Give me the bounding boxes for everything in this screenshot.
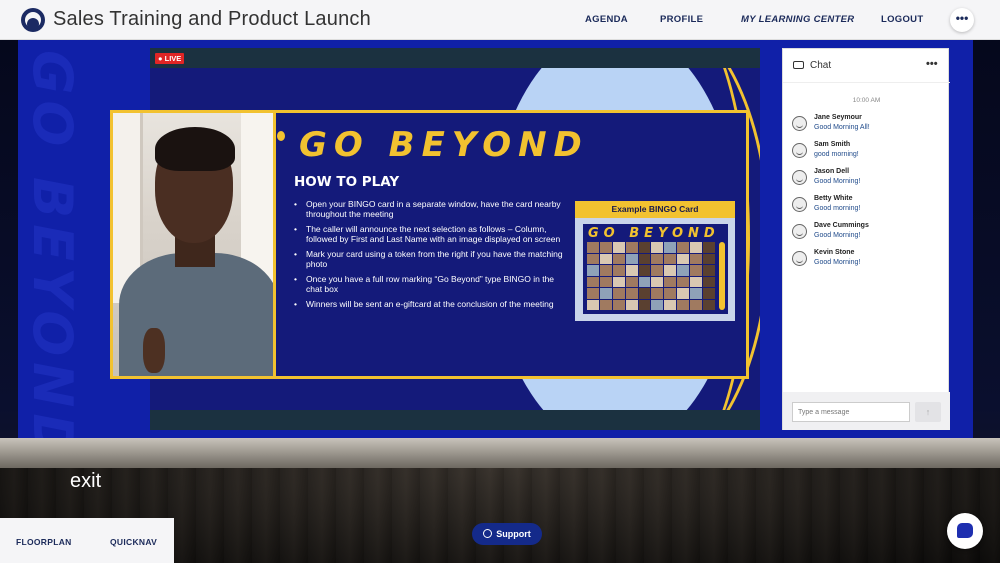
chat-message-input[interactable] <box>792 402 910 422</box>
chat-more-button[interactable]: ••• <box>926 58 938 70</box>
nav-logout[interactable]: LOGOUT <box>881 14 923 25</box>
message-text: Good Morning! <box>814 232 861 239</box>
slide-subtitle: HOW TO PLAY <box>294 174 400 190</box>
backdrop-text: GO BEYOND <box>21 50 84 465</box>
presenter-video[interactable] <box>113 113 276 376</box>
slide-content-frame: GO BEYOND HOW TO PLAY Open your BINGO ca… <box>110 110 749 379</box>
event-title: Sales Training and Product Launch <box>53 8 371 30</box>
chat-message: Sam Smith good morning! <box>792 139 942 163</box>
chat-message: Dave Cummings Good Morning! <box>792 220 942 244</box>
bingo-photo-grid <box>587 242 715 310</box>
message-sender: Jason Dell <box>814 168 850 175</box>
chat-launcher-icon[interactable] <box>947 513 983 549</box>
support-button[interactable]: Support <box>472 523 542 545</box>
chat-message: Jason Dell Good Morning! <box>792 166 942 190</box>
slide-bottom-bar <box>150 410 760 430</box>
presenter-hand <box>143 328 165 373</box>
top-header: Sales Training and Product Launch AGENDA… <box>0 0 1000 40</box>
chat-header: Chat ••• <box>783 49 950 83</box>
chat-message: Betty White Good morning! <box>792 193 942 217</box>
rule-item: Mark your card using a token from the ri… <box>294 249 564 269</box>
rule-item: The caller will announce the next select… <box>294 224 564 244</box>
nav-profile[interactable]: PROFILE <box>660 14 703 25</box>
chat-bubble-icon <box>793 61 804 69</box>
bingo-card-title: Example BINGO Card <box>575 201 735 218</box>
bingo-token-strip <box>719 242 725 310</box>
message-text: Good morning! <box>814 205 861 212</box>
stage-floor <box>0 438 1000 468</box>
send-arrow-icon[interactable]: ↑ <box>915 402 941 422</box>
avatar-icon <box>792 116 807 131</box>
avatar-icon <box>792 170 807 185</box>
chat-timestamp: 10:00 AM <box>852 97 881 104</box>
rule-item: Winners will be sent an e-giftcard at th… <box>294 299 564 309</box>
message-sender: Kevin Stone <box>814 249 855 256</box>
chat-message: Jane Seymour Good Morning All! <box>792 112 942 136</box>
message-text: Good Morning! <box>814 178 861 185</box>
message-sender: Dave Cummings <box>814 222 869 229</box>
chat-title: Chat <box>810 60 832 71</box>
quicknav-button[interactable]: QUICKNAV <box>110 537 157 547</box>
event-logo-icon[interactable] <box>21 8 45 32</box>
exit-link[interactable]: exit <box>70 470 101 493</box>
message-text: Good Morning All! <box>814 124 870 131</box>
nav-my-learning-center[interactable]: MY LEARNING CENTER <box>741 14 854 25</box>
bingo-card-body: GO BEYOND <box>583 224 728 314</box>
slide-title: GO BEYOND <box>299 125 589 165</box>
slide-top-bar <box>150 48 760 68</box>
avatar-icon <box>792 251 807 266</box>
example-bingo-card: Example BINGO Card GO BEYOND <box>575 201 735 321</box>
presenter-hair <box>155 127 235 171</box>
rules-list: Open your BINGO card in a separate windo… <box>294 199 564 314</box>
chat-message: Kevin Stone Good Morning! <box>792 247 942 271</box>
avatar-icon <box>792 224 807 239</box>
rule-item: Once you have a full row marking “Go Bey… <box>294 274 564 294</box>
message-text: good morning! <box>814 151 859 158</box>
title-dot-icon <box>277 131 285 141</box>
nav-agenda[interactable]: AGENDA <box>585 14 628 25</box>
support-label: Support <box>496 529 531 539</box>
bottom-nav-bar: FLOORPLAN QUICKNAV <box>0 518 174 563</box>
support-chat-icon <box>483 529 493 538</box>
live-badge: ● LIVE <box>155 53 185 64</box>
bingo-card-banner: GO BEYOND <box>588 226 720 241</box>
avatar-icon <box>792 143 807 158</box>
more-options-button[interactable]: ••• <box>950 8 974 32</box>
chat-input-area: ↑ <box>783 392 950 430</box>
message-sender: Betty White <box>814 195 853 202</box>
rule-item: Open your BINGO card in a separate windo… <box>294 199 564 219</box>
avatar-icon <box>792 197 807 212</box>
message-text: Good Morning! <box>814 259 861 266</box>
chat-panel: Chat ••• 10:00 AM Jane Seymour Good Morn… <box>782 48 950 430</box>
message-sender: Jane Seymour <box>814 114 862 121</box>
floorplan-button[interactable]: FLOORPLAN <box>16 537 72 547</box>
message-sender: Sam Smith <box>814 141 851 148</box>
live-label: LIVE <box>164 54 182 63</box>
